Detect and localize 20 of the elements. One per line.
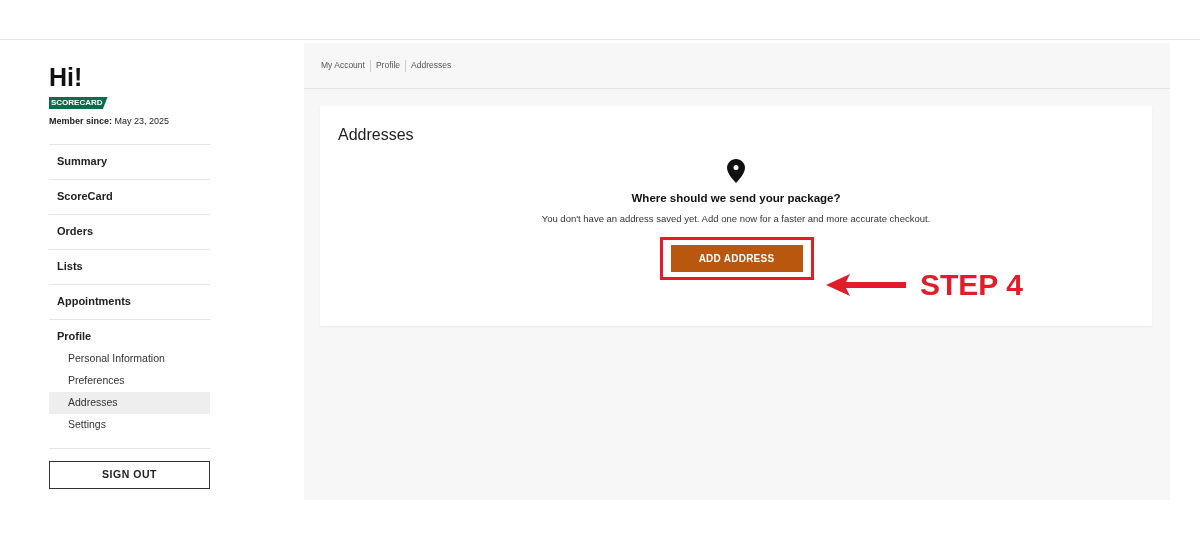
scorecard-badge: SCORECARD [49, 97, 108, 109]
breadcrumb-link[interactable]: My Account [321, 59, 365, 72]
location-pin-icon [727, 159, 745, 183]
sidebar-subitem[interactable]: Addresses [49, 391, 210, 414]
step-label: STEP 4 [920, 267, 1023, 303]
breadcrumb-link[interactable]: Addresses [411, 59, 452, 72]
sidebar-item[interactable]: Summary [49, 144, 210, 179]
member-since: Member since: May 23, 2025 [49, 115, 171, 128]
empty-heading: Where should we send your package? [631, 191, 841, 206]
card-title: Addresses [338, 125, 415, 145]
sidebar-item[interactable]: ScoreCard [49, 179, 210, 214]
greeting: Hi! [49, 62, 84, 92]
sign-out-button[interactable]: SIGN OUT [49, 460, 210, 489]
empty-message: You don't have an address saved yet. Add one now for a faster and more accurate checkout. [541, 212, 931, 227]
add-address-button[interactable]: ADD ADDRESS [670, 244, 803, 272]
sidebar-item[interactable]: Orders [49, 214, 210, 249]
sidebar-item[interactable]: Appointments [49, 284, 210, 319]
arrow-icon [826, 273, 906, 296]
sidebar-item[interactable]: Lists [49, 249, 210, 284]
breadcrumb-link[interactable]: Profile [375, 59, 401, 72]
